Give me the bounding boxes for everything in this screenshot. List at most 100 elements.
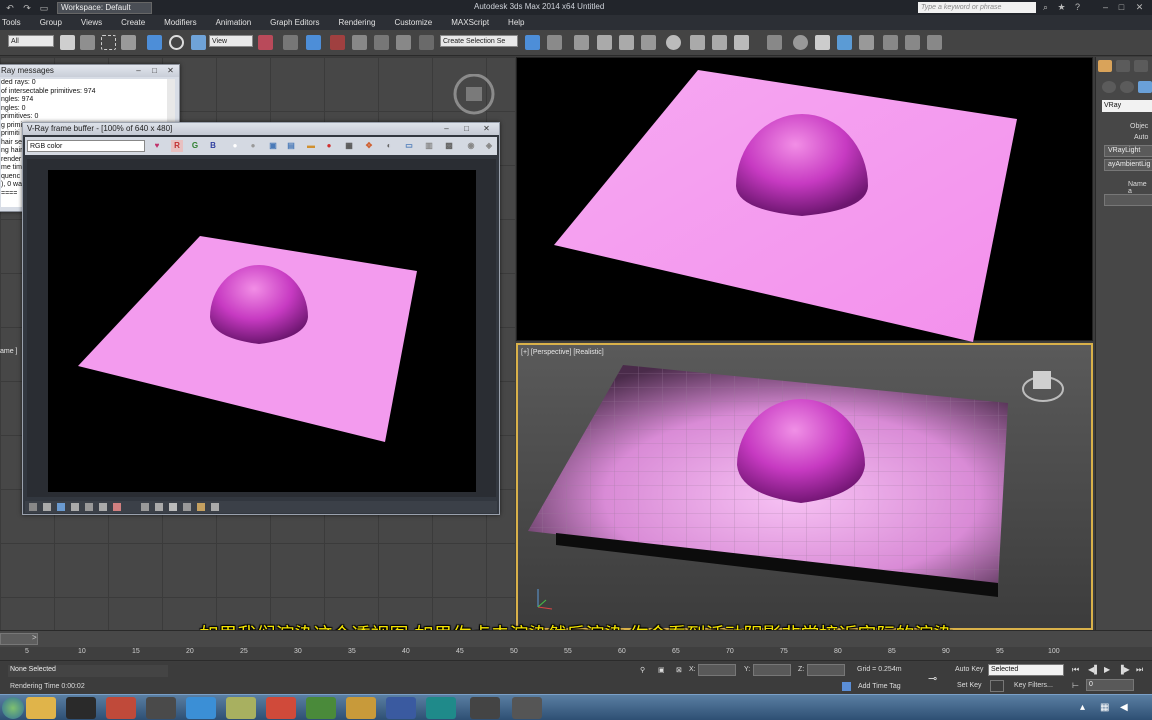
absolute-mode-icon[interactable]: ⊠: [676, 666, 682, 674]
select-object-icon[interactable]: [60, 35, 75, 50]
vray-sphere-icon[interactable]: [793, 35, 808, 50]
explorer-icon[interactable]: [26, 697, 56, 719]
history-icon[interactable]: ◈: [483, 140, 495, 152]
stamp-icon[interactable]: [155, 503, 163, 511]
binoculars-icon[interactable]: ⌕: [1040, 2, 1051, 13]
lens-effects-icon[interactable]: ◉: [465, 140, 477, 152]
autogrid-checkbox[interactable]: Auto: [1134, 134, 1148, 141]
network-icon[interactable]: ▦: [1100, 702, 1109, 713]
scale-icon[interactable]: [191, 35, 206, 50]
clear-image-icon[interactable]: ▦: [343, 140, 355, 152]
rendered-frame-window-icon[interactable]: [712, 35, 727, 50]
render-last-icon[interactable]: ◐: [383, 140, 395, 152]
reference-coord-dropdown[interactable]: View: [209, 35, 253, 47]
menu-tools[interactable]: Tools: [0, 18, 21, 27]
vray-shirt-icon[interactable]: [815, 35, 830, 50]
prev-frame-icon[interactable]: ◀▌: [1088, 665, 1100, 674]
app-icon[interactable]: [386, 697, 416, 719]
y-coordinate-field[interactable]: [753, 664, 791, 676]
minimize-icon[interactable]: –: [132, 66, 145, 76]
save-image-icon[interactable]: ▣: [267, 140, 279, 152]
pixel-info-icon[interactable]: ▥: [423, 140, 435, 152]
compare-icon[interactable]: [141, 503, 149, 511]
app-icon[interactable]: [106, 697, 136, 719]
link-inspector-icon[interactable]: ▭: [403, 140, 415, 152]
undo-icon[interactable]: ↶: [3, 2, 17, 14]
red-channel-button[interactable]: R: [171, 140, 183, 152]
open-icon[interactable]: ▭: [37, 2, 51, 14]
volume-icon[interactable]: ◀: [1120, 702, 1128, 713]
vray-fur-icon[interactable]: [905, 35, 920, 50]
media-player-icon[interactable]: [66, 697, 96, 719]
exposure-icon[interactable]: [71, 503, 79, 511]
shapes-category-icon[interactable]: [1120, 81, 1134, 93]
menu-customize[interactable]: Customize: [392, 18, 432, 27]
lut-icon[interactable]: [99, 503, 107, 511]
menu-maxscript[interactable]: MAXScript: [449, 18, 489, 27]
pivot-icon[interactable]: [258, 35, 273, 50]
rotate-icon[interactable]: [169, 35, 184, 50]
flag-icon[interactable]: ▴: [1080, 702, 1085, 713]
load-image-icon[interactable]: ▤: [285, 140, 297, 152]
schematic-view-icon[interactable]: [641, 35, 656, 50]
named-selection-dropdown[interactable]: Create Selection Se: [440, 35, 518, 47]
redo-icon[interactable]: ↷: [20, 2, 34, 14]
angle-snap-icon[interactable]: [352, 35, 367, 50]
mono-channel-icon[interactable]: ●: [247, 140, 259, 152]
percent-snap-icon[interactable]: [374, 35, 389, 50]
key-mode-icon[interactable]: ⊢: [1072, 681, 1079, 690]
color-correction-icon[interactable]: ▩: [443, 140, 455, 152]
rect-selection-icon[interactable]: [101, 35, 116, 50]
menu-modifiers[interactable]: Modifiers: [162, 18, 196, 27]
key-tangent-icon[interactable]: [990, 680, 1004, 692]
menu-group[interactable]: Group: [38, 18, 62, 27]
help-icon[interactable]: ?: [1072, 2, 1083, 13]
hierarchy-tab-icon[interactable]: [1134, 60, 1148, 72]
curve-icon[interactable]: [57, 503, 65, 511]
name-color-rollout[interactable]: Name a: [1128, 181, 1152, 195]
maximize-icon[interactable]: □: [1116, 2, 1127, 13]
edit-named-selections-icon[interactable]: [419, 35, 434, 50]
layer-manager-icon[interactable]: [574, 35, 589, 50]
snaps-toggle-icon[interactable]: [330, 35, 345, 50]
spinner-snap-icon[interactable]: [396, 35, 411, 50]
viewcube-persp-icon[interactable]: [1022, 371, 1064, 402]
lock-icon[interactable]: ▣: [658, 666, 665, 674]
srgb-icon[interactable]: [85, 503, 93, 511]
horizontal-icon[interactable]: [169, 503, 177, 511]
keyboard-shortcut-icon[interactable]: [306, 35, 321, 50]
render-production-icon[interactable]: [734, 35, 749, 50]
go-to-end-icon[interactable]: ⏭: [1136, 665, 1143, 675]
slider-arrow-icon[interactable]: >: [32, 633, 37, 642]
menu-graph-editors[interactable]: Graph Editors: [268, 18, 319, 27]
z-coordinate-field[interactable]: [807, 664, 845, 676]
graphite-icon[interactable]: [597, 35, 612, 50]
time-tag-icon[interactable]: [842, 682, 851, 691]
blue-channel-button[interactable]: B: [207, 140, 219, 152]
maximize-icon[interactable]: □: [148, 66, 161, 76]
vfb-icon[interactable]: [512, 697, 542, 719]
mirror-icon[interactable]: [525, 35, 540, 50]
region-render-icon[interactable]: ✥: [363, 140, 375, 152]
lights-category-icon[interactable]: [1138, 81, 1152, 93]
set-key-button[interactable]: Set Key: [957, 682, 982, 689]
current-frame-field[interactable]: 0: [1086, 679, 1134, 691]
vrayambientlight-button[interactable]: ayAmbientLig: [1104, 159, 1152, 171]
name-field[interactable]: [1104, 194, 1152, 206]
vraylight-button[interactable]: VRayLight: [1104, 145, 1152, 157]
utorrent-icon[interactable]: [306, 697, 336, 719]
selection-filter-dropdown[interactable]: All: [8, 35, 54, 47]
vray-plane-icon[interactable]: [927, 35, 942, 50]
alpha-channel-icon[interactable]: ●: [229, 140, 241, 152]
vertical-icon[interactable]: [183, 503, 191, 511]
vray-sun-icon[interactable]: [859, 35, 874, 50]
render-setup-icon[interactable]: [690, 35, 705, 50]
grid-icon[interactable]: [211, 503, 219, 511]
open-folder-icon[interactable]: ▬: [305, 140, 317, 152]
channel-dropdown[interactable]: RGB color: [27, 140, 145, 152]
select-by-name-icon[interactable]: [80, 35, 95, 50]
x-coordinate-field[interactable]: [698, 664, 736, 676]
notes-icon[interactable]: [226, 697, 256, 719]
play-icon[interactable]: ▶: [1104, 665, 1110, 674]
viewport-perspective[interactable]: [+] [Perspective] [Realistic]: [516, 343, 1093, 630]
